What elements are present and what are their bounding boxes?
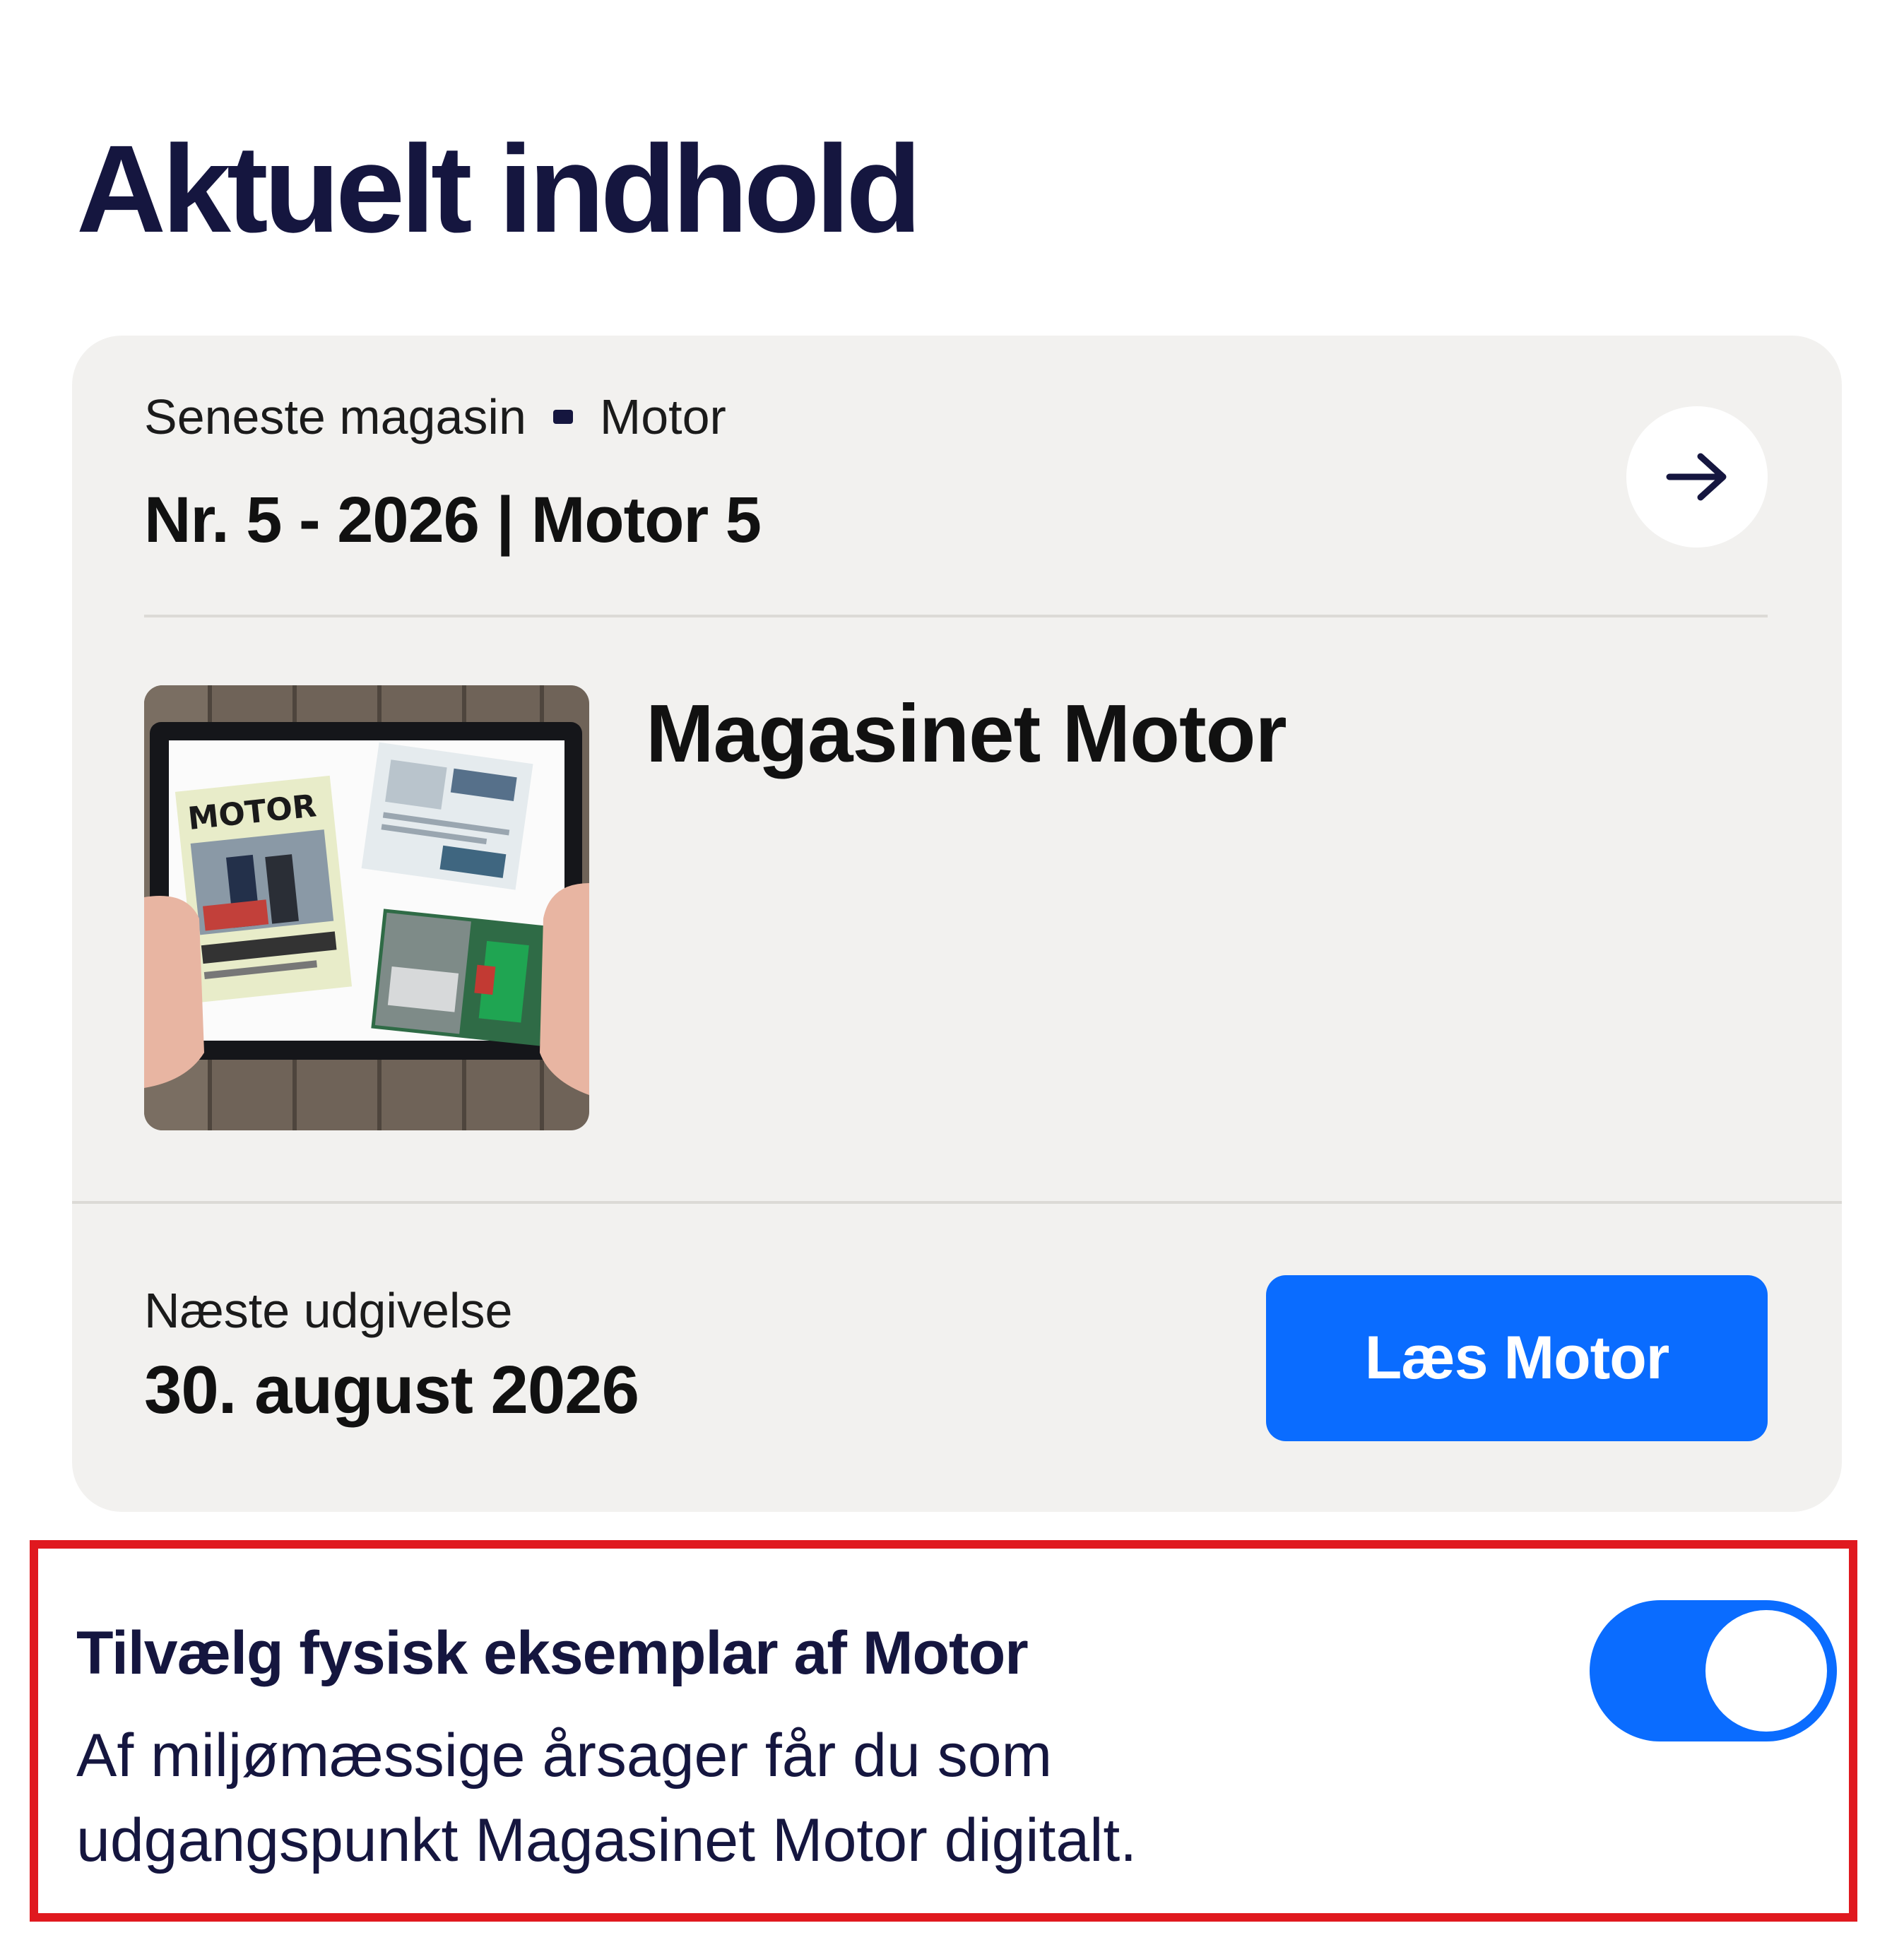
magazine-meta: Seneste magasin Motor [144,392,726,442]
physical-copy-title: Tilvælg fysisk eksemplar af Motor [76,1619,1029,1687]
meta-label: Seneste magasin [144,389,526,444]
magazine-title: Magasinet Motor [646,687,1287,779]
next-release-date: 30. august 2026 [144,1352,639,1428]
page-title: Aktuelt indhold [76,120,922,259]
physical-copy-toggle[interactable] [1590,1600,1837,1741]
meta-magazine: Motor [599,389,726,444]
next-release-label: Næste udgivelse [144,1283,513,1338]
toggle-knob [1705,1610,1827,1732]
physical-copy-description: Af miljømæssige årsager får du som udgan… [76,1722,1137,1874]
separator-dot-icon [552,410,573,424]
open-issue-button[interactable] [1626,406,1768,548]
divider [144,615,1768,617]
magazine-card: Seneste magasin Motor Nr. 5 - 2026 | Mot… [72,336,1842,1512]
arrow-right-icon [1666,453,1727,501]
issue-title: Nr. 5 - 2026 | Motor 5 [144,484,762,556]
divider [72,1201,1842,1204]
tablet-cover-illustration: MOTOR [144,685,589,1130]
magazine-cover-image[interactable]: MOTOR [144,685,589,1130]
read-magazine-button[interactable]: Læs Motor [1266,1275,1768,1441]
